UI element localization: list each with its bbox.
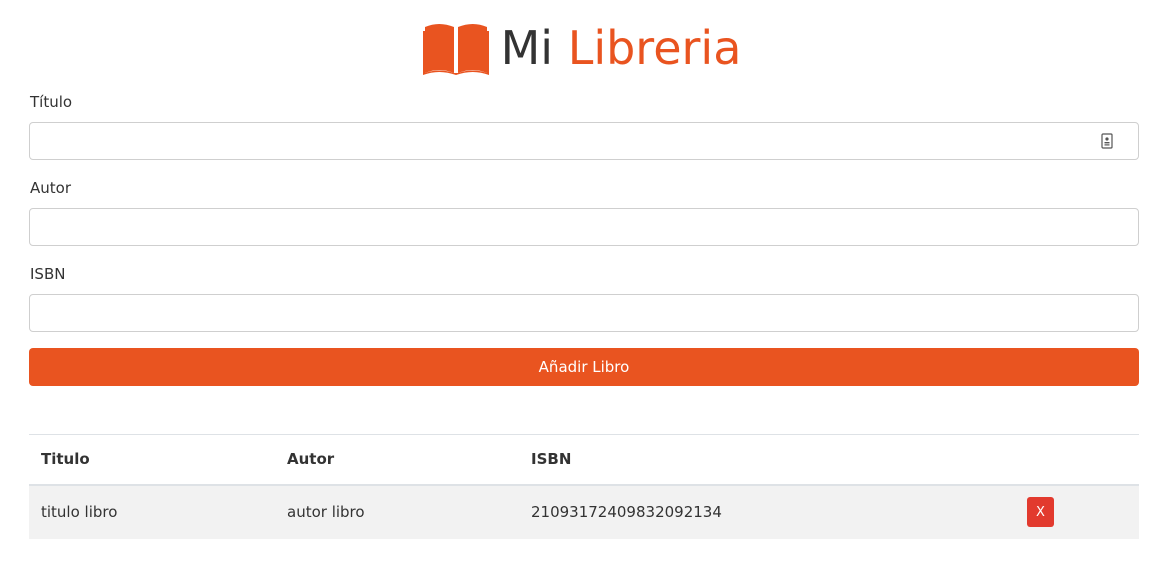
isbn-input[interactable] (29, 294, 1139, 332)
cell-autor: autor libro (287, 503, 365, 521)
author-label: Autor (30, 179, 71, 197)
delete-book-button[interactable]: X (1027, 497, 1054, 527)
open-book-icon (422, 24, 489, 75)
isbn-label: ISBN (30, 265, 66, 283)
author-input[interactable] (29, 208, 1139, 246)
column-header-isbn: ISBN (531, 450, 572, 469)
cell-actions: X (1015, 485, 1139, 539)
app-title-libreria: Libreria (567, 21, 742, 75)
table-header-row: Titulo Autor ISBN (29, 434, 1139, 485)
app-header: Mi Libreria (0, 18, 1164, 78)
title-field-wrap (29, 122, 1139, 160)
column-header-actions (1015, 435, 1139, 485)
column-header-autor: Autor (287, 450, 335, 469)
app-title-mi: Mi (500, 21, 554, 75)
cell-titulo: titulo libro (41, 503, 118, 521)
table-row: titulo libro autor libro 210931724098320… (29, 484, 1139, 539)
column-header-titulo: Titulo (41, 450, 90, 469)
title-label: Título (30, 93, 73, 111)
contact-card-icon[interactable] (1101, 133, 1113, 149)
cell-isbn: 21093172409832092134 (531, 503, 722, 521)
title-input[interactable] (29, 122, 1139, 160)
app-title: Mi Libreria (501, 18, 742, 78)
add-book-button[interactable]: Añadir Libro (29, 348, 1139, 386)
books-table: Titulo Autor ISBN titulo libro autor lib… (29, 434, 1139, 539)
